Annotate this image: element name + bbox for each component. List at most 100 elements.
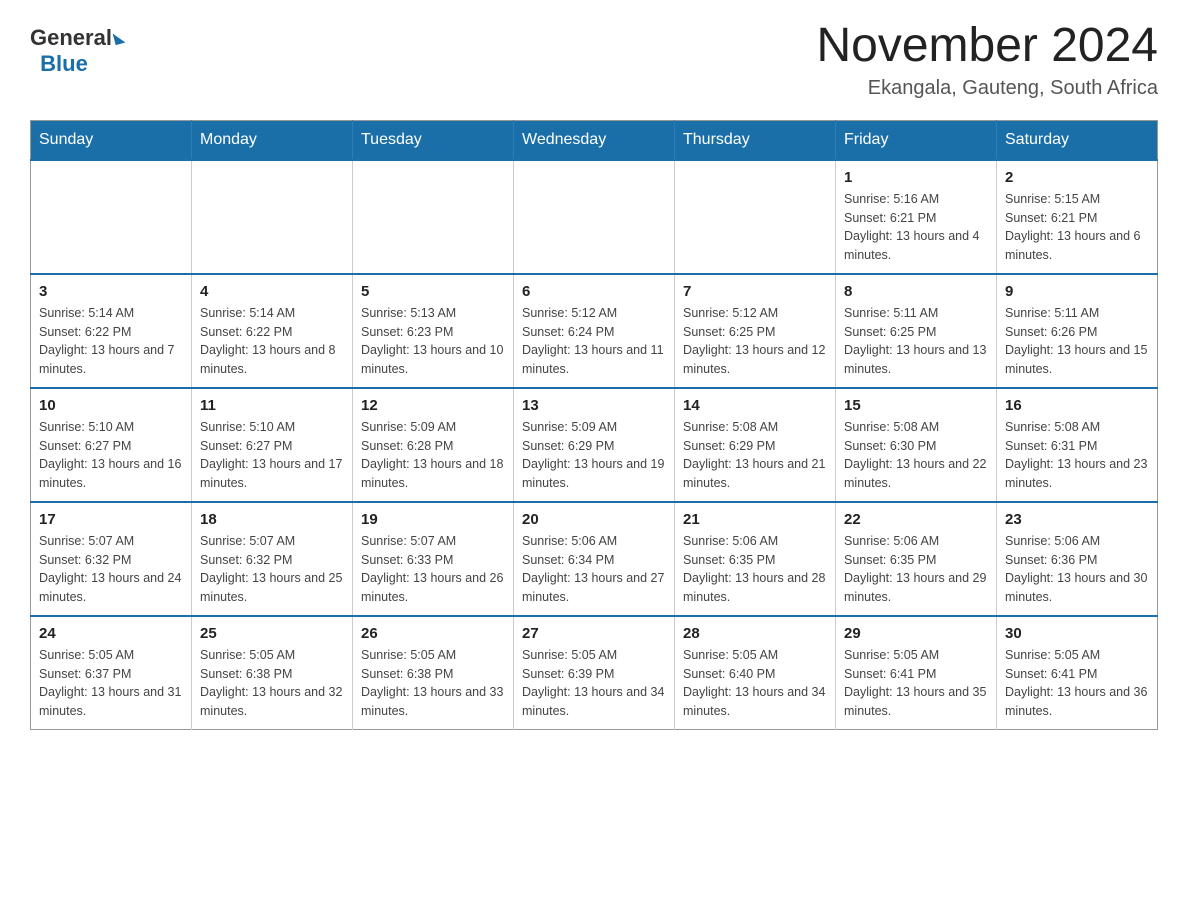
calendar-cell: 8 Sunrise: 5:11 AM Sunset: 6:25 PM Daylig… <box>836 274 997 388</box>
day-info: Sunrise: 5:06 AM Sunset: 6:35 PM Dayligh… <box>683 532 827 607</box>
day-number: 17 <box>39 511 183 528</box>
calendar-cell: 30 Sunrise: 5:05 AM Sunset: 6:41 PM Dayli… <box>997 616 1158 730</box>
header-wednesday: Wednesday <box>514 120 675 160</box>
day-info: Sunrise: 5:05 AM Sunset: 6:37 PM Dayligh… <box>39 646 183 721</box>
day-info: Sunrise: 5:08 AM Sunset: 6:31 PM Dayligh… <box>1005 418 1149 493</box>
day-number: 1 <box>844 169 988 186</box>
day-number: 7 <box>683 283 827 300</box>
calendar-cell: 28Sunrise: 5:05 AM Sunset: 6:40 PM Dayli… <box>675 616 836 730</box>
day-number: 11 <box>200 397 344 414</box>
day-number: 27 <box>522 625 666 642</box>
calendar-cell: 19 Sunrise: 5:07 AM Sunset: 6:33 PM Dayli… <box>353 502 514 616</box>
day-number: 24 <box>39 625 183 642</box>
calendar-cell: 9 Sunrise: 5:11 AM Sunset: 6:26 PM Daylig… <box>997 274 1158 388</box>
day-number: 25 <box>200 625 344 642</box>
calendar-cell: 13 Sunrise: 5:09 AM Sunset: 6:29 PM Dayli… <box>514 388 675 502</box>
calendar-week-row: 10 Sunrise: 5:10 AM Sunset: 6:27 PM Dayli… <box>31 388 1158 502</box>
day-number: 22 <box>844 511 988 528</box>
day-number: 19 <box>361 511 505 528</box>
calendar-cell: 24 Sunrise: 5:05 AM Sunset: 6:37 PM Dayli… <box>31 616 192 730</box>
day-number: 29 <box>844 625 988 642</box>
day-info: Sunrise: 5:13 AM Sunset: 6:23 PM Dayligh… <box>361 304 505 379</box>
day-info: Sunrise: 5:07 AM Sunset: 6:33 PM Dayligh… <box>361 532 505 607</box>
calendar-cell: 6 Sunrise: 5:12 AM Sunset: 6:24 PM Daylig… <box>514 274 675 388</box>
logo: General Blue <box>30 20 124 77</box>
calendar-cell: 25Sunrise: 5:05 AM Sunset: 6:38 PM Dayli… <box>192 616 353 730</box>
header-thursday: Thursday <box>675 120 836 160</box>
day-number: 14 <box>683 397 827 414</box>
calendar-cell: 14Sunrise: 5:08 AM Sunset: 6:29 PM Dayli… <box>675 388 836 502</box>
header-tuesday: Tuesday <box>353 120 514 160</box>
calendar-cell: 3 Sunrise: 5:14 AM Sunset: 6:22 PM Daylig… <box>31 274 192 388</box>
header-saturday: Saturday <box>997 120 1158 160</box>
header-friday: Friday <box>836 120 997 160</box>
day-info: Sunrise: 5:07 AM Sunset: 6:32 PM Dayligh… <box>39 532 183 607</box>
logo-general: General <box>30 25 124 51</box>
day-info: Sunrise: 5:10 AM Sunset: 6:27 PM Dayligh… <box>200 418 344 493</box>
calendar-week-row: 24 Sunrise: 5:05 AM Sunset: 6:37 PM Dayli… <box>31 616 1158 730</box>
calendar-cell <box>192 160 353 274</box>
day-info: Sunrise: 5:11 AM Sunset: 6:26 PM Dayligh… <box>1005 304 1149 379</box>
day-number: 2 <box>1005 169 1149 186</box>
header-sunday: Sunday <box>31 120 192 160</box>
day-number: 26 <box>361 625 505 642</box>
day-number: 13 <box>522 397 666 414</box>
title-section: November 2024 Ekangala, Gauteng, South A… <box>816 20 1158 100</box>
day-number: 10 <box>39 397 183 414</box>
calendar-cell: 27Sunrise: 5:05 AM Sunset: 6:39 PM Dayli… <box>514 616 675 730</box>
calendar-week-row: 3 Sunrise: 5:14 AM Sunset: 6:22 PM Daylig… <box>31 274 1158 388</box>
logo-arrow-icon <box>113 31 126 45</box>
calendar-cell: 21 Sunrise: 5:06 AM Sunset: 6:35 PM Dayli… <box>675 502 836 616</box>
calendar-cell: 5 Sunrise: 5:13 AM Sunset: 6:23 PM Daylig… <box>353 274 514 388</box>
day-number: 21 <box>683 511 827 528</box>
calendar-cell: 11 Sunrise: 5:10 AM Sunset: 6:27 PM Dayli… <box>192 388 353 502</box>
day-number: 9 <box>1005 283 1149 300</box>
calendar-cell: 18Sunrise: 5:07 AM Sunset: 6:32 PM Dayli… <box>192 502 353 616</box>
day-info: Sunrise: 5:09 AM Sunset: 6:29 PM Dayligh… <box>522 418 666 493</box>
day-info: Sunrise: 5:05 AM Sunset: 6:41 PM Dayligh… <box>844 646 988 721</box>
calendar-cell: 29 Sunrise: 5:05 AM Sunset: 6:41 PM Dayli… <box>836 616 997 730</box>
logo-general-text: General <box>30 25 112 51</box>
day-number: 20 <box>522 511 666 528</box>
day-info: Sunrise: 5:10 AM Sunset: 6:27 PM Dayligh… <box>39 418 183 493</box>
calendar-cell: 10 Sunrise: 5:10 AM Sunset: 6:27 PM Dayli… <box>31 388 192 502</box>
day-info: Sunrise: 5:15 AM Sunset: 6:21 PM Dayligh… <box>1005 190 1149 265</box>
calendar-cell: 1 Sunrise: 5:16 AM Sunset: 6:21 PM Daylig… <box>836 160 997 274</box>
day-number: 5 <box>361 283 505 300</box>
calendar-cell <box>514 160 675 274</box>
day-info: Sunrise: 5:09 AM Sunset: 6:28 PM Dayligh… <box>361 418 505 493</box>
day-info: Sunrise: 5:06 AM Sunset: 6:36 PM Dayligh… <box>1005 532 1149 607</box>
day-info: Sunrise: 5:05 AM Sunset: 6:41 PM Dayligh… <box>1005 646 1149 721</box>
calendar-cell: 20Sunrise: 5:06 AM Sunset: 6:34 PM Dayli… <box>514 502 675 616</box>
day-number: 28 <box>683 625 827 642</box>
day-number: 15 <box>844 397 988 414</box>
day-number: 16 <box>1005 397 1149 414</box>
calendar-cell: 17 Sunrise: 5:07 AM Sunset: 6:32 PM Dayli… <box>31 502 192 616</box>
logo-blue-text: Blue <box>30 51 88 77</box>
calendar-cell: 2 Sunrise: 5:15 AM Sunset: 6:21 PM Daylig… <box>997 160 1158 274</box>
day-info: Sunrise: 5:14 AM Sunset: 6:22 PM Dayligh… <box>39 304 183 379</box>
day-info: Sunrise: 5:08 AM Sunset: 6:30 PM Dayligh… <box>844 418 988 493</box>
day-info: Sunrise: 5:12 AM Sunset: 6:24 PM Dayligh… <box>522 304 666 379</box>
calendar-cell: 22 Sunrise: 5:06 AM Sunset: 6:35 PM Dayli… <box>836 502 997 616</box>
day-number: 23 <box>1005 511 1149 528</box>
calendar-header-row: SundayMondayTuesdayWednesdayThursdayFrid… <box>31 120 1158 160</box>
logo-blue-label: Blue <box>40 51 88 76</box>
page-header: General Blue November 2024 Ekangala, Gau… <box>30 20 1158 100</box>
month-title: November 2024 <box>816 20 1158 73</box>
day-number: 30 <box>1005 625 1149 642</box>
day-info: Sunrise: 5:06 AM Sunset: 6:35 PM Dayligh… <box>844 532 988 607</box>
day-number: 8 <box>844 283 988 300</box>
day-number: 3 <box>39 283 183 300</box>
day-number: 4 <box>200 283 344 300</box>
calendar-cell: 7Sunrise: 5:12 AM Sunset: 6:25 PM Daylig… <box>675 274 836 388</box>
location: Ekangala, Gauteng, South Africa <box>816 77 1158 100</box>
day-info: Sunrise: 5:11 AM Sunset: 6:25 PM Dayligh… <box>844 304 988 379</box>
calendar-cell: 26Sunrise: 5:05 AM Sunset: 6:38 PM Dayli… <box>353 616 514 730</box>
calendar-cell: 16 Sunrise: 5:08 AM Sunset: 6:31 PM Dayli… <box>997 388 1158 502</box>
calendar-week-row: 17 Sunrise: 5:07 AM Sunset: 6:32 PM Dayli… <box>31 502 1158 616</box>
day-info: Sunrise: 5:16 AM Sunset: 6:21 PM Dayligh… <box>844 190 988 265</box>
day-number: 6 <box>522 283 666 300</box>
calendar-cell <box>31 160 192 274</box>
calendar-cell <box>675 160 836 274</box>
